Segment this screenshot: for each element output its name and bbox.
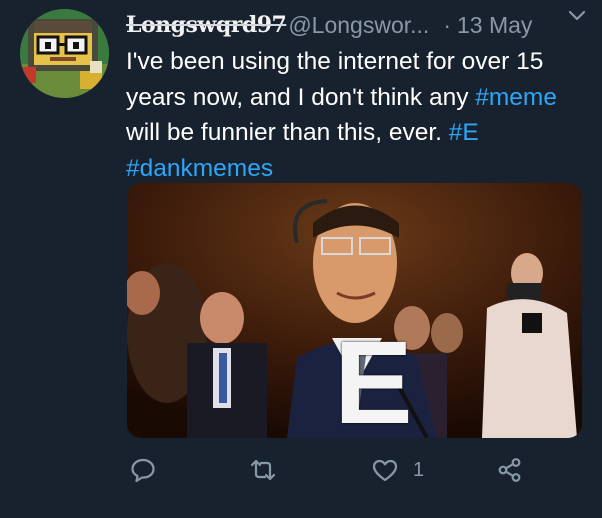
display-name[interactable]: Longswqrd97 xyxy=(126,12,287,38)
reply-button[interactable] xyxy=(129,452,157,488)
tweet-media[interactable]: E xyxy=(127,183,582,438)
tweet[interactable]: Longswqrd97 @Longswor... · 13 May I've b… xyxy=(0,0,602,518)
user-handle[interactable]: @Longswor... xyxy=(288,12,429,39)
chevron-down-icon[interactable] xyxy=(566,4,588,26)
hashtag-e[interactable]: #E xyxy=(449,119,479,146)
hashtag-dankmemes[interactable]: #dankmemes xyxy=(126,155,273,182)
share-icon xyxy=(496,456,524,484)
share-button[interactable] xyxy=(496,452,524,488)
like-count: 1 xyxy=(413,458,425,481)
hashtag-meme[interactable]: #meme xyxy=(475,84,557,111)
tweet-header: Longswqrd97 @Longswor... · 13 May xyxy=(126,9,596,41)
tweet-date[interactable]: 13 May xyxy=(457,12,532,39)
tweet-actions: 1 xyxy=(127,452,567,492)
tweet-text: I've been using the internet for over 15… xyxy=(126,44,586,186)
heart-icon xyxy=(371,456,399,484)
separator-dot: · xyxy=(443,11,451,38)
avatar[interactable] xyxy=(20,9,109,98)
tweet-text-part: will be funnier than this, ever. xyxy=(126,119,449,146)
like-button[interactable]: 1 xyxy=(371,452,424,488)
reply-icon xyxy=(129,456,157,484)
retweet-button[interactable] xyxy=(249,452,277,488)
retweet-icon xyxy=(249,456,277,484)
avatar-image xyxy=(20,9,109,98)
meme-letter: E xyxy=(334,317,413,438)
